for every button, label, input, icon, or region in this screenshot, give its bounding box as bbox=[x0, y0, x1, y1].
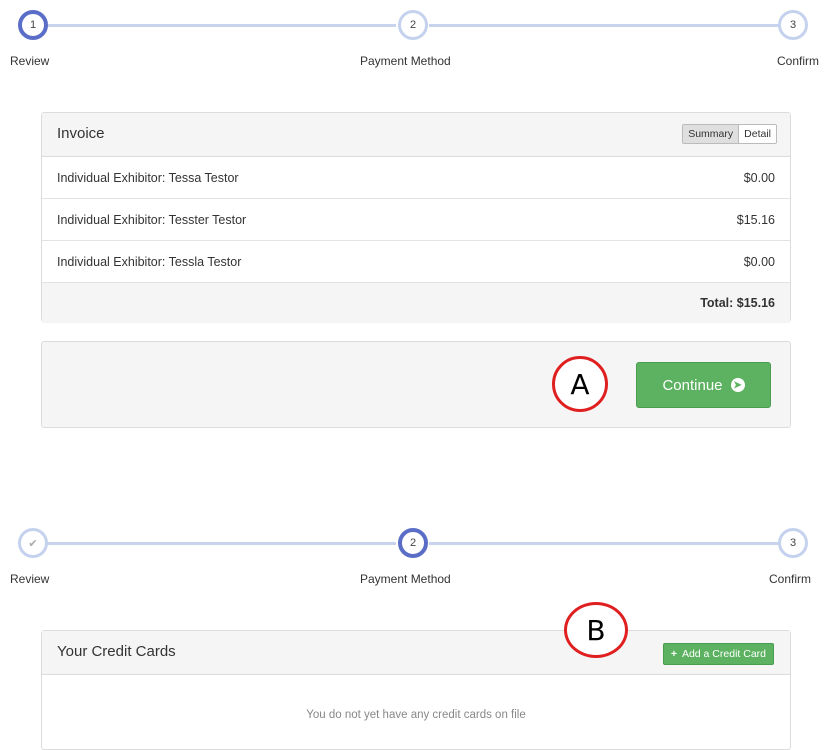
invoice-item-name: Individual Exhibitor: Tessla Testor bbox=[57, 255, 242, 269]
invoice-title: Invoice bbox=[57, 125, 105, 142]
invoice-row: Individual Exhibitor: Tessa Testor $0.00 bbox=[42, 157, 790, 199]
step-2-circle: 2 bbox=[398, 10, 428, 40]
continue-button[interactable]: Continue ➤ bbox=[636, 362, 771, 408]
action-panel: Continue ➤ bbox=[41, 341, 791, 428]
invoice-row: Individual Exhibitor: Tessla Testor $0.0… bbox=[42, 241, 790, 283]
invoice-item-amount: $0.00 bbox=[743, 171, 775, 185]
stepper-line bbox=[44, 24, 396, 27]
stepper-line bbox=[44, 542, 396, 545]
checkout-stepper-top: 1 2 3 Review Payment Method Confirm bbox=[0, 10, 833, 80]
summary-toggle-button[interactable]: Summary bbox=[683, 125, 740, 143]
step-3-circle: 3 bbox=[778, 528, 808, 558]
step-1-circle-complete: ✔ bbox=[18, 528, 48, 558]
plus-icon: + bbox=[670, 648, 677, 660]
arrow-circle-right-icon: ➤ bbox=[730, 378, 745, 392]
credit-cards-panel: Your Credit Cards + Add a Credit Card Yo… bbox=[41, 630, 791, 750]
step-3-label: Confirm bbox=[777, 54, 820, 68]
invoice-total-row: Total: $15.16 bbox=[42, 283, 790, 323]
step-3-label: Confirm bbox=[769, 572, 812, 586]
invoice-item-name: Individual Exhibitor: Tesster Testor bbox=[57, 213, 247, 227]
add-credit-card-label: Add a Credit Card bbox=[681, 648, 766, 660]
invoice-item-name: Individual Exhibitor: Tessa Testor bbox=[57, 171, 239, 185]
invoice-panel: Invoice Summary Detail Individual Exhibi… bbox=[41, 112, 791, 323]
step-2-label: Payment Method bbox=[360, 54, 451, 68]
detail-toggle-button[interactable]: Detail bbox=[739, 125, 776, 143]
credit-cards-header: Your Credit Cards + Add a Credit Card bbox=[42, 631, 790, 675]
step-1-label: Review bbox=[10, 54, 50, 68]
invoice-total: Total: $15.16 bbox=[700, 296, 775, 310]
step-2-label: Payment Method bbox=[360, 572, 451, 586]
checkout-stepper-bottom: ✔ 2 3 Review Payment Method Confirm bbox=[0, 528, 833, 598]
view-toggle: Summary Detail bbox=[682, 124, 777, 144]
invoice-item-amount: $15.16 bbox=[736, 213, 775, 227]
step-3-circle: 3 bbox=[778, 10, 808, 40]
invoice-item-amount: $0.00 bbox=[743, 255, 775, 269]
credit-cards-title: Your Credit Cards bbox=[57, 643, 176, 660]
step-2-circle: 2 bbox=[398, 528, 428, 558]
annotation-marker-b: B bbox=[564, 602, 628, 658]
annotation-marker-a: A bbox=[552, 356, 608, 412]
step-1-circle: 1 bbox=[18, 10, 48, 40]
continue-label: Continue bbox=[662, 376, 723, 394]
empty-cards-message: You do not yet have any credit cards on … bbox=[306, 709, 526, 721]
stepper-line bbox=[429, 24, 779, 27]
stepper-line bbox=[429, 542, 779, 545]
add-credit-card-button[interactable]: + Add a Credit Card bbox=[662, 643, 774, 665]
invoice-row: Individual Exhibitor: Tesster Testor $15… bbox=[42, 199, 790, 241]
step-1-label: Review bbox=[10, 572, 50, 586]
invoice-header: Invoice Summary Detail bbox=[42, 113, 790, 157]
